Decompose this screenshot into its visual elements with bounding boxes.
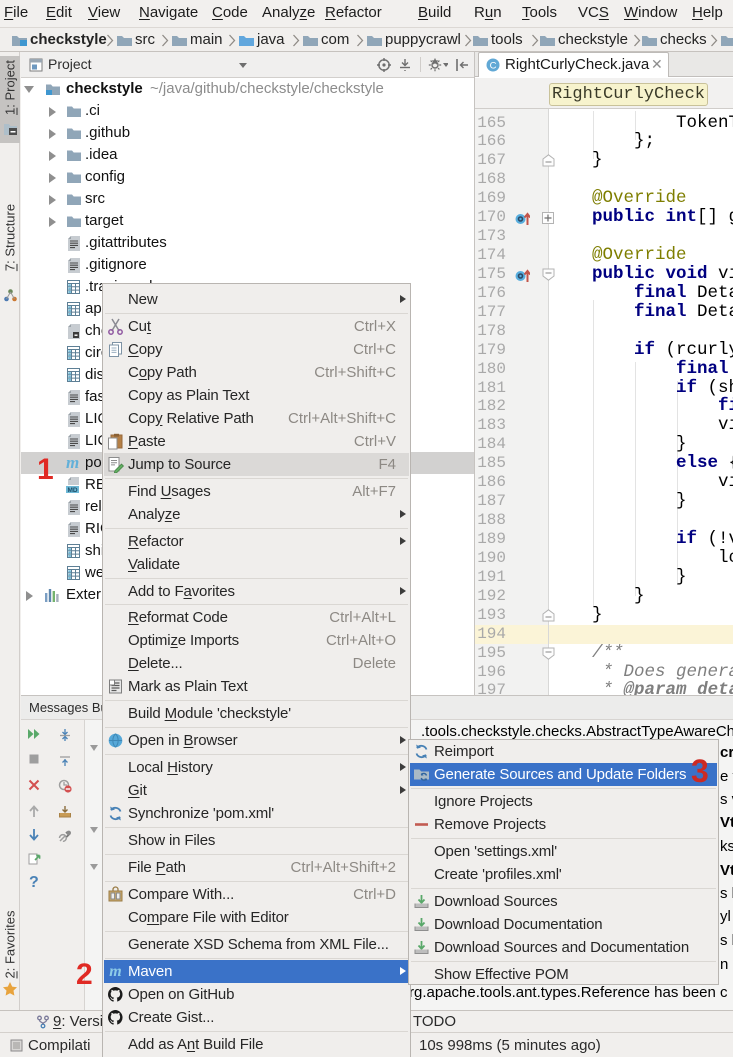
svg-text:C: C [490,61,497,72]
svg-text:MD: MD [67,487,77,493]
